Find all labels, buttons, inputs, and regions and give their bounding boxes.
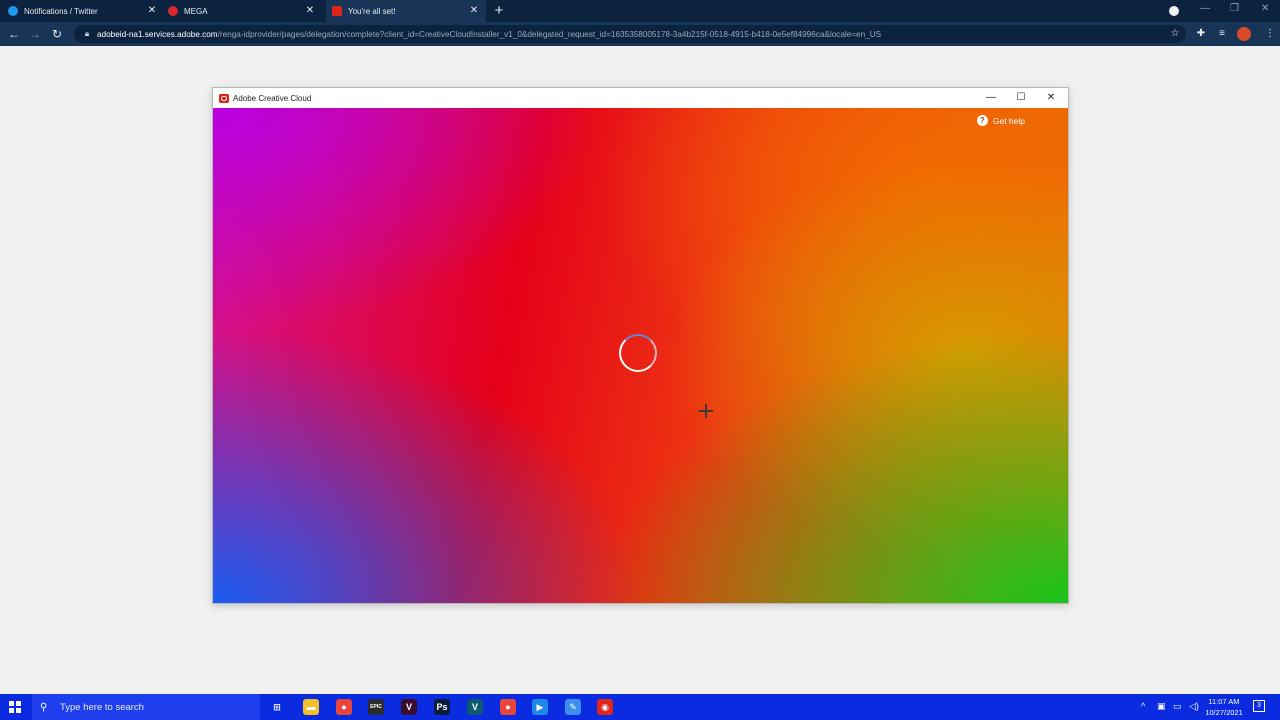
network-icon[interactable]: ▭ [1173,701,1182,712]
get-help-label: Get help [992,115,1025,126]
search-icon: ⚲ [40,701,48,713]
media-queue-icon[interactable]: ≡ [1215,27,1229,41]
close-icon[interactable]: ✕ [304,5,316,17]
taskbar-search-box[interactable]: ⚲ Type here to search [32,694,260,720]
close-window-icon[interactable]: ✕ [1261,3,1269,14]
bookmark-star-icon[interactable]: ☆ [1168,27,1182,41]
file-explorer-icon[interactable]: ▬ [303,699,319,715]
media-app-icon[interactable]: ▶ [532,699,548,715]
creative-cloud-window: Adobe Creative Cloud — ☐ ✕ ? Get help [212,87,1069,604]
avatar[interactable] [1237,27,1251,41]
restore-icon[interactable]: ❐ [1230,3,1239,14]
lock-icon: 🔒︎ [84,29,90,38]
windows-taskbar: ⚲ Type here to search ⊞ ▬ ● EPIC V Ps V ● ▶ ✎ ◉ ^ … [0,694,1280,720]
chrome-2-icon[interactable]: ● [500,699,516,715]
tab-title: You're all set! [348,6,396,16]
close-icon[interactable]: ✕ [146,5,158,17]
creative-cloud-logo-icon [219,93,229,103]
close-icon[interactable]: ✕ [1043,91,1059,105]
task-view-icon[interactable]: ⊞ [269,699,285,715]
loading-spinner-icon [619,334,657,372]
mega-icon [168,6,178,16]
search-placeholder: Type here to search [60,701,144,713]
vegas-icon[interactable]: V [467,699,483,715]
browser-tab-strip: Notifications / Twitter ✕ MEGA ✕ You're … [0,0,1280,22]
photoshop-icon[interactable]: Ps [434,699,450,715]
premiere-icon[interactable]: V [401,699,417,715]
app-title: Adobe Creative Cloud [233,93,312,103]
new-tab-button[interactable]: + [492,3,506,19]
tab-twitter[interactable]: Notifications / Twitter ✕ [8,0,164,22]
maximize-icon[interactable]: ☐ [1013,91,1029,105]
tab-adobe-all-set[interactable]: You're all set! ✕ [326,0,486,22]
back-icon[interactable]: ← [6,26,22,42]
twitter-icon [8,6,18,16]
url-text: adobeid-na1.services.adobe.com/renga-idp… [97,29,882,39]
minimize-icon[interactable]: — [1200,3,1210,14]
chrome-icon[interactable]: ● [336,699,352,715]
crosshair-cursor-icon [699,404,713,418]
close-icon[interactable]: ✕ [468,5,480,17]
notification-center-icon[interactable]: 3 [1253,700,1265,712]
browser-toolbar: ← → ↻ 🔒︎ adobeid-na1.services.adobe.com/… [0,22,1280,46]
adobe-icon [332,6,342,16]
volume-icon[interactable]: ◁) [1189,701,1199,712]
address-bar[interactable]: 🔒︎ adobeid-na1.services.adobe.com/renga-… [74,25,1186,43]
clock-date: 10/27/2021 [1205,708,1243,717]
forward-icon[interactable]: → [27,26,43,42]
clock-time: 11:07 AM [1208,697,1240,706]
notes-app-icon[interactable]: ✎ [565,699,581,715]
tab-mega[interactable]: MEGA ✕ [168,0,322,22]
windows-start-icon[interactable] [9,701,21,713]
tab-title: MEGA [184,6,208,16]
meet-now-icon[interactable]: ▣ [1157,701,1166,712]
tab-title: Notifications / Twitter [24,6,98,16]
app-titlebar: Adobe Creative Cloud — ☐ ✕ [213,88,1068,108]
minimize-icon[interactable]: — [983,91,999,105]
system-clock[interactable]: 11:07 AM 10/27/2021 [1200,696,1248,718]
app-content: ? Get help [213,108,1068,603]
get-help-link[interactable]: ? Get help [976,115,1025,126]
menu-kebab-icon[interactable]: ⋮ [1263,27,1277,41]
tab-search-icon[interactable] [1169,6,1179,16]
reload-icon[interactable]: ↻ [49,26,65,42]
question-icon: ? [976,115,988,126]
creative-cloud-icon[interactable]: ◉ [597,699,613,715]
chevron-up-icon[interactable]: ^ [1141,701,1145,711]
epic-games-icon[interactable]: EPIC [368,699,384,715]
extensions-icon[interactable]: ✚ [1194,27,1208,41]
